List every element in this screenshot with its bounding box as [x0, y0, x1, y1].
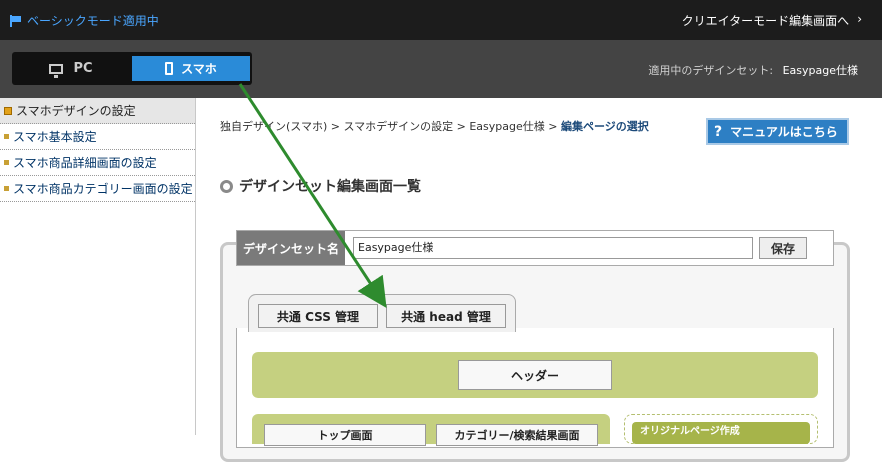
creator-mode-link[interactable]: クリエイターモード編集画面へ ›: [682, 12, 862, 29]
chevron-right-icon: ›: [857, 12, 862, 26]
sidebar-item-label: スマホ基本設定: [13, 130, 97, 144]
designset-name-row: デザインセット名 Easypage仕様 保存: [236, 230, 834, 266]
sidebar-item-label: スマホ商品詳細画面の設定: [13, 156, 157, 170]
tab-common-css[interactable]: 共通 CSS 管理: [258, 304, 378, 328]
circle-bullet-icon: [220, 179, 233, 193]
smartphone-icon: [165, 62, 174, 75]
applied-designset-value: Easypage仕様: [782, 64, 858, 77]
flag-icon: [10, 14, 21, 27]
sidebar: スマホデザインの設定 スマホ基本設定 スマホ商品詳細画面の設定 スマホ商品カテゴ…: [0, 98, 196, 435]
device-pc-label: PC: [73, 61, 93, 76]
breadcrumb-path[interactable]: 独自デザイン(スマホ) > スマホデザインの設定 > Easypage仕様 >: [220, 120, 561, 133]
bullet-icon: [4, 186, 9, 191]
creator-mode-label[interactable]: クリエイターモード編集画面へ: [682, 12, 850, 29]
bullet-icon: [4, 160, 9, 165]
manual-button[interactable]: ? マニュアルはこちら: [706, 118, 849, 145]
header-edit-button[interactable]: ヘッダー: [458, 360, 612, 390]
top-page-button[interactable]: トップ画面: [264, 424, 426, 446]
tab-common-head[interactable]: 共通 head 管理: [386, 304, 506, 328]
section-title-text: デザインセット編集画面一覧: [239, 179, 421, 195]
category-search-button[interactable]: カテゴリー/検索結果画面: [436, 424, 598, 446]
device-switch: PC スマホ: [12, 52, 252, 85]
help-icon: ?: [714, 123, 723, 140]
sidebar-item-sp-product-detail[interactable]: スマホ商品詳細画面の設定: [0, 150, 195, 176]
save-button[interactable]: 保存: [759, 237, 807, 259]
arrow-bullet-icon: [4, 106, 12, 115]
device-smartphone-button[interactable]: スマホ: [132, 56, 250, 81]
section-title: デザインセット編集画面一覧: [220, 176, 421, 196]
bullet-icon: [4, 134, 9, 139]
applied-designset-label: 適用中のデザインセット:: [648, 64, 774, 77]
manual-button-label: マニュアルはこちら: [730, 125, 838, 139]
sidebar-item-label: スマホデザインの設定: [16, 104, 136, 118]
top-bar: ベーシックモード適用中 クリエイターモード編集画面へ ›: [0, 0, 882, 40]
monitor-icon: [49, 63, 64, 78]
sidebar-item-sp-design[interactable]: スマホデザインの設定: [0, 98, 195, 124]
basic-mode-indicator: ベーシックモード適用中: [10, 12, 159, 29]
breadcrumb-current: 編集ページの選択: [560, 120, 649, 133]
sidebar-item-sp-basic[interactable]: スマホ基本設定: [0, 124, 195, 150]
device-bar: PC スマホ 適用中のデザインセット: Easypage仕様: [0, 40, 882, 98]
designset-name-input[interactable]: Easypage仕様: [353, 237, 753, 259]
device-sp-label: スマホ: [181, 62, 217, 76]
device-pc-button[interactable]: PC: [12, 52, 130, 85]
sidebar-item-label: スマホ商品カテゴリー画面の設定: [13, 182, 193, 196]
applied-designset: 適用中のデザインセット: Easypage仕様: [648, 62, 858, 78]
original-page-button[interactable]: オリジナルページ作成: [632, 422, 810, 444]
designset-name-label: デザインセット名: [237, 231, 345, 265]
sidebar-item-sp-product-category[interactable]: スマホ商品カテゴリー画面の設定: [0, 176, 195, 202]
basic-mode-label: ベーシックモード適用中: [27, 14, 159, 28]
main-content: 独自デザイン(スマホ) > スマホデザインの設定 > Easypage仕様 > …: [196, 98, 882, 462]
breadcrumb: 独自デザイン(スマホ) > スマホデザインの設定 > Easypage仕様 > …: [220, 118, 649, 134]
